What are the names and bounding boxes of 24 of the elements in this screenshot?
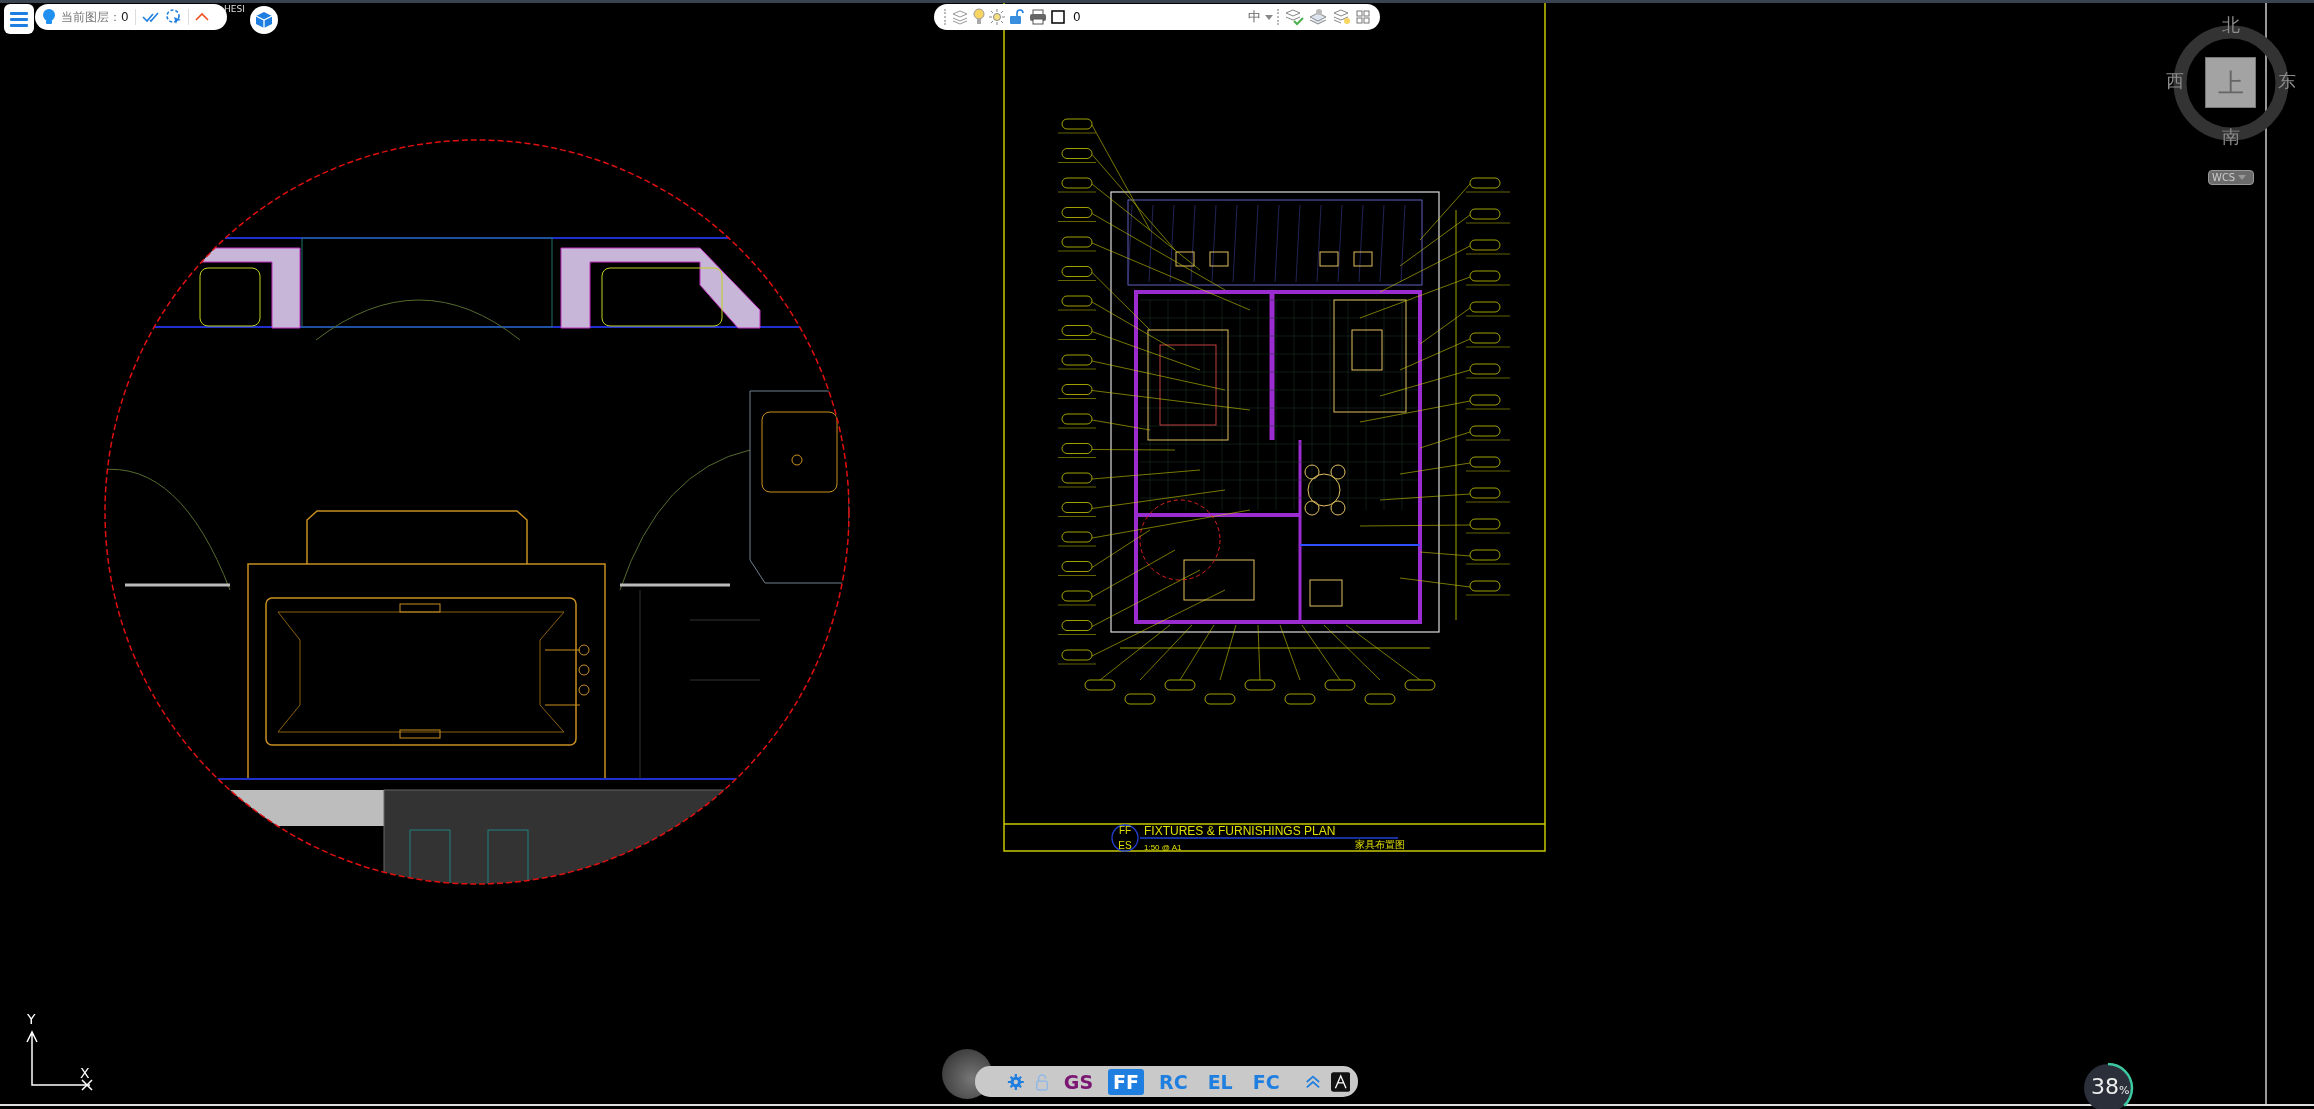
drawing-title: FIXTURES & FURNISHINGS PLAN <box>1144 824 1336 838</box>
south-label[interactable]: 南 <box>2222 128 2240 146</box>
coordinate-system-dropdown[interactable]: WCS <box>2208 170 2254 185</box>
layout-tab[interactable]: FC <box>1247 1068 1285 1095</box>
layer-name: 0 <box>1073 9 1081 26</box>
layout-tab[interactable]: RC <box>1154 1068 1193 1095</box>
lineweight-dropdown[interactable]: 中 <box>1248 7 1273 27</box>
y-axis-label: Y <box>27 1012 36 1026</box>
west-label[interactable]: 西 <box>2166 72 2184 90</box>
x-axis-label: X <box>80 1066 90 1080</box>
layout-tab[interactable]: FF <box>1108 1068 1145 1095</box>
zoom-percentage: 38% <box>2091 1076 2130 1098</box>
layout-tab[interactable]: GS <box>1058 1068 1099 1095</box>
layout-tab[interactable]: EL <box>1202 1068 1238 1095</box>
drawing-title-chinese: 家具布置图 <box>1355 839 1405 850</box>
current-layer-value: 0 <box>121 9 129 26</box>
sheet-code: ES <box>1118 840 1132 851</box>
user-label: HESI <box>224 3 245 16</box>
drawing-scale: 1:50 @ A1 <box>1144 843 1182 852</box>
north-label[interactable]: 北 <box>2222 16 2240 34</box>
view-cube-face[interactable]: 上 <box>2205 57 2256 108</box>
east-label[interactable]: 东 <box>2278 72 2296 90</box>
drawing-code: FF <box>1118 825 1132 836</box>
current-layer-label: 当前图层： <box>61 9 121 26</box>
